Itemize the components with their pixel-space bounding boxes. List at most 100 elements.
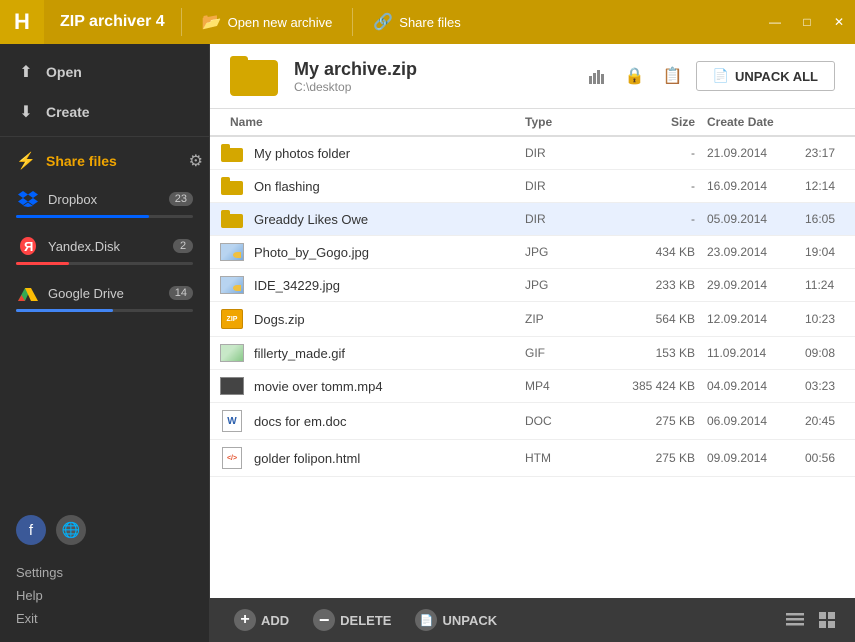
sidebar-item-create[interactable]: ⬇ Create xyxy=(0,92,209,132)
file-date: 12.09.2014 xyxy=(695,312,805,326)
settings-link[interactable]: Settings xyxy=(16,561,193,584)
google-drive-bar xyxy=(16,309,113,312)
file-time: 12:14 xyxy=(805,179,855,193)
share-files-label: Share files xyxy=(399,15,460,30)
share-settings-icon[interactable]: ⚙ xyxy=(189,151,203,171)
delete-label: DELETE xyxy=(340,613,391,628)
col-name-header: Name xyxy=(210,115,525,129)
grid-view-icon xyxy=(819,612,835,628)
facebook-icon[interactable]: f xyxy=(16,515,46,545)
table-row[interactable]: movie over tomm.mp4 MP4 385 424 KB 04.09… xyxy=(210,370,855,403)
delete-button[interactable]: − DELETE xyxy=(301,603,403,637)
file-size: - xyxy=(605,146,695,160)
unpack-all-button[interactable]: 📄 UNPACK ALL xyxy=(696,61,835,91)
yandex-bar xyxy=(16,262,69,265)
table-row[interactable]: fillerty_made.gif GIF 153 KB 11.09.2014 … xyxy=(210,337,855,370)
file-size: 385 424 KB xyxy=(605,379,695,393)
sidebar-bottom: f 🌐 Settings Help Exit xyxy=(0,503,209,642)
file-type: JPG xyxy=(525,245,605,259)
dropbox-badge: 23 xyxy=(169,192,193,206)
window-controls: — □ ✕ xyxy=(759,0,855,44)
app-title: ZIP archiver 4 xyxy=(44,13,181,31)
table-row[interactable]: On flashing DIR - 16.09.2014 12:14 xyxy=(210,170,855,203)
file-type: DOC xyxy=(525,414,605,428)
file-date: 11.09.2014 xyxy=(695,346,805,360)
sidebar-item-google-drive[interactable]: Google Drive 14 xyxy=(0,275,209,322)
file-icon-cell: ZIP xyxy=(210,309,254,329)
file-icon-cell xyxy=(210,210,254,228)
file-time: 23:17 xyxy=(805,146,855,160)
sidebar-item-open[interactable]: ⬆ Open xyxy=(0,52,209,92)
file-size: 564 KB xyxy=(605,312,695,326)
file-name: My photos folder xyxy=(254,146,525,161)
copy-button[interactable]: 📋 xyxy=(658,61,688,91)
unpack-all-label: UNPACK ALL xyxy=(735,69,818,84)
file-type: JPG xyxy=(525,278,605,292)
table-row[interactable]: Greaddy Likes Owe DIR - 05.09.2014 16:05 xyxy=(210,203,855,236)
website-icon[interactable]: 🌐 xyxy=(56,515,86,545)
bottom-toolbar: + ADD − DELETE 📄 UNPACK xyxy=(210,598,855,642)
table-row[interactable]: ZIP Dogs.zip ZIP 564 KB 12.09.2014 10:23 xyxy=(210,302,855,337)
dropbox-bar xyxy=(16,215,149,218)
file-date: 05.09.2014 xyxy=(695,212,805,226)
table-row[interactable]: Photo_by_Gogo.jpg JPG 434 KB 23.09.2014 … xyxy=(210,236,855,269)
archive-path: C:\desktop xyxy=(294,80,566,94)
open-archive-button[interactable]: 📂 Open new archive xyxy=(182,0,353,44)
titlebar: H ZIP archiver 4 📂 Open new archive 🔗 Sh… xyxy=(0,0,855,44)
table-row[interactable]: </> golder folipon.html HTM 275 KB 09.09… xyxy=(210,440,855,477)
file-icon-cell xyxy=(210,377,254,395)
file-icon-cell xyxy=(210,276,254,294)
list-view-button[interactable] xyxy=(779,604,811,636)
file-date: 29.09.2014 xyxy=(695,278,805,292)
file-type: DIR xyxy=(525,146,605,160)
grid-view-button[interactable] xyxy=(811,604,843,636)
yandex-badge: 2 xyxy=(173,239,193,253)
help-link[interactable]: Help xyxy=(16,584,193,607)
file-time: 16:05 xyxy=(805,212,855,226)
file-time: 03:23 xyxy=(805,379,855,393)
main-layout: ⬆ Open ⬇ Create ⚡ Share files ⚙ xyxy=(0,44,855,642)
close-button[interactable]: ✕ xyxy=(823,0,855,44)
logo-letter: H xyxy=(14,9,30,35)
share-files-nav-label: Share files xyxy=(46,153,117,169)
folder-icon xyxy=(221,210,243,228)
unpack-button[interactable]: 📄 UNPACK xyxy=(403,603,509,637)
table-row[interactable]: My photos folder DIR - 21.09.2014 23:17 xyxy=(210,137,855,170)
create-label: Create xyxy=(46,104,90,120)
share-files-button[interactable]: 🔗 Share files xyxy=(353,0,480,44)
stats-button[interactable] xyxy=(582,61,612,91)
google-drive-badge: 14 xyxy=(169,286,193,300)
maximize-button[interactable]: □ xyxy=(791,0,823,44)
gif-icon xyxy=(220,344,244,362)
minimize-button[interactable]: — xyxy=(759,0,791,44)
file-date: 21.09.2014 xyxy=(695,146,805,160)
archive-header: My archive.zip C:\desktop 🔒 📋 📄 UNPACK xyxy=(210,44,855,109)
exit-link[interactable]: Exit xyxy=(16,607,193,630)
share-files-icon: ⚡ xyxy=(16,151,36,171)
file-date: 06.09.2014 xyxy=(695,414,805,428)
sidebar-item-yandex[interactable]: Я Yandex.Disk 2 xyxy=(0,228,209,275)
file-size: - xyxy=(605,212,695,226)
add-label: ADD xyxy=(261,613,289,628)
table-row[interactable]: IDE_34229.jpg JPG 233 KB 29.09.2014 11:2… xyxy=(210,269,855,302)
sidebar-item-dropbox[interactable]: Dropbox 23 xyxy=(0,181,209,228)
mp4-icon xyxy=(220,377,244,395)
unpack-all-icon: 📄 xyxy=(713,68,729,84)
add-icon: + xyxy=(234,609,256,631)
file-time: 09:08 xyxy=(805,346,855,360)
lock-button[interactable]: 🔒 xyxy=(620,61,650,91)
file-name: movie over tomm.mp4 xyxy=(254,379,525,394)
add-button[interactable]: + ADD xyxy=(222,603,301,637)
table-row[interactable]: W docs for em.doc DOC 275 KB 06.09.2014 … xyxy=(210,403,855,440)
file-date: 16.09.2014 xyxy=(695,179,805,193)
stats-icon xyxy=(589,68,605,84)
unpack-icon: 📄 xyxy=(415,609,437,631)
file-name: golder folipon.html xyxy=(254,451,525,466)
dropbox-label: Dropbox xyxy=(48,192,161,207)
yandex-bar-bg xyxy=(16,262,193,265)
sidebar: ⬆ Open ⬇ Create ⚡ Share files ⚙ xyxy=(0,44,210,642)
file-type: MP4 xyxy=(525,379,605,393)
open-icon: ⬆ xyxy=(16,62,36,82)
sidebar-item-share[interactable]: ⚡ Share files ⚙ xyxy=(0,141,209,181)
content-area: My archive.zip C:\desktop 🔒 📋 📄 UNPACK xyxy=(210,44,855,642)
